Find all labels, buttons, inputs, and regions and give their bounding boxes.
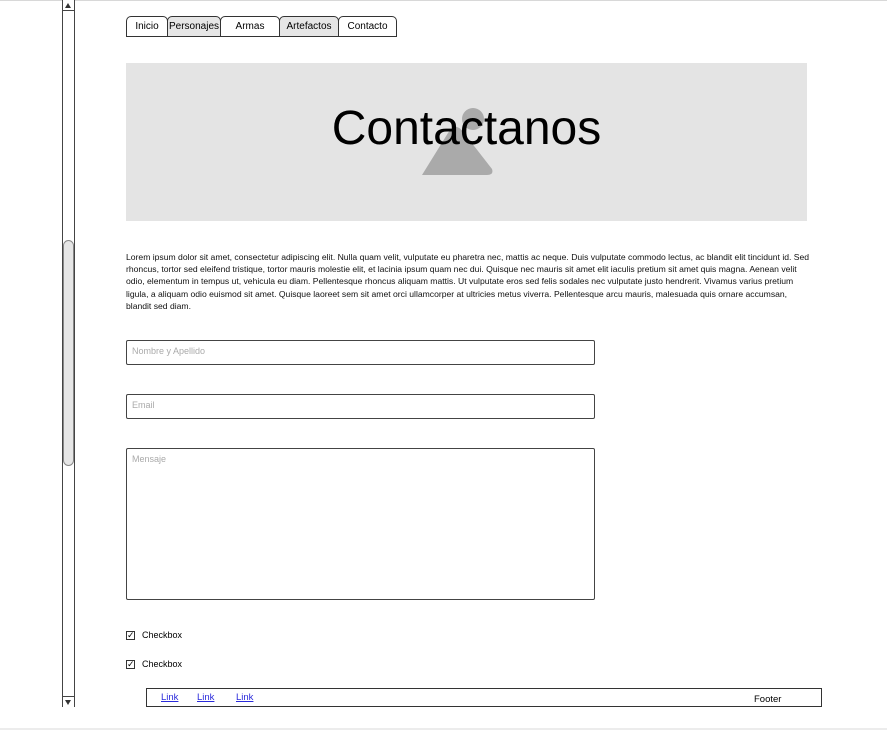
arrow-up-icon [65,3,71,8]
footer: Link Link Link Footer [146,688,822,707]
message-placeholder: Mensaje [132,454,167,464]
scroll-down-button[interactable] [63,696,74,707]
tab-bar: Inicio Personajes Armas Artefactos Conta… [126,16,397,37]
message-textarea[interactable]: Mensaje [126,448,595,600]
tab-armas[interactable]: Armas [220,16,280,37]
name-placeholder: Nombre y Apellido [132,346,206,356]
footer-link-3[interactable]: Link [236,692,253,703]
email-placeholder: Email [132,400,155,410]
hero-banner: Contactanos [126,63,807,221]
name-field[interactable]: Nombre y Apellido [126,340,595,365]
vertical-scrollbar[interactable] [62,0,75,707]
footer-link-2[interactable]: Link [197,692,214,703]
intro-paragraph: Lorem ipsum dolor sit amet, consectetur … [126,252,810,311]
checkbox-2[interactable] [126,658,135,670]
arrow-down-icon [65,700,71,705]
footer-text: Footer [754,694,782,705]
checkbox-label-2: Checkbox [142,659,183,669]
checkbox-row-2[interactable]: Checkbox [126,658,182,670]
tab-inicio[interactable]: Inicio [126,16,168,37]
tab-artefactos[interactable]: Artefactos [279,16,339,37]
scroll-up-button[interactable] [63,0,74,11]
scrollbar-thumb[interactable] [63,240,74,466]
tab-contacto[interactable]: Contacto [338,16,397,37]
page-title: Contactanos [331,102,602,155]
checkbox-label-1: Checkbox [142,630,183,640]
footer-link-1[interactable]: Link [161,692,178,703]
email-field[interactable]: Email [126,394,595,419]
checkbox-1[interactable] [126,629,135,641]
top-divider [0,0,887,1]
checkbox-row-1[interactable]: Checkbox [126,629,182,641]
tab-personajes[interactable]: Personajes [167,16,221,37]
